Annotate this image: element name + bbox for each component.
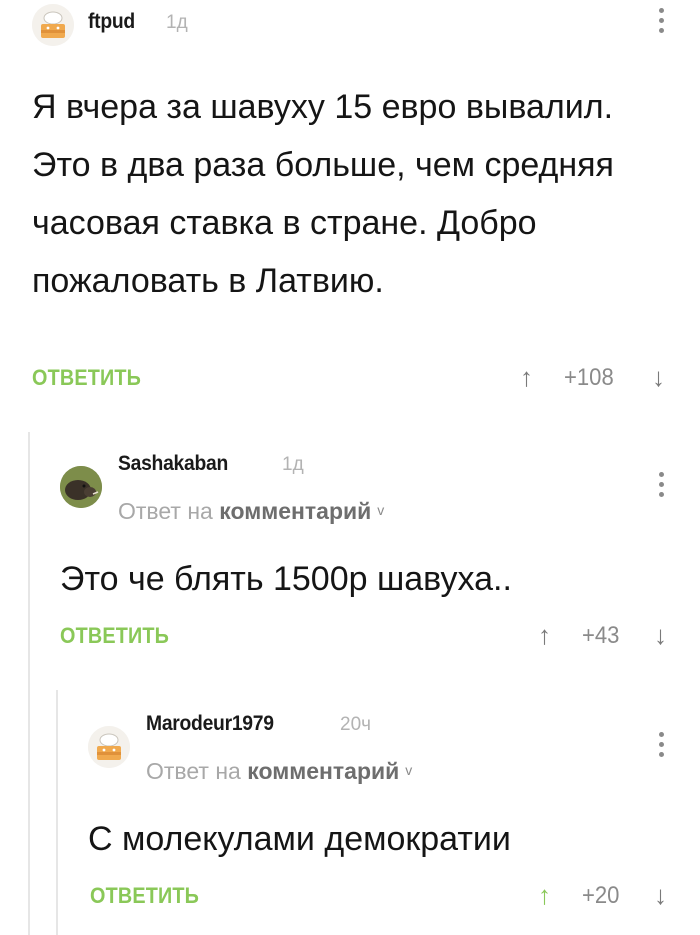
avatar[interactable] [60,466,102,508]
more-options-icon[interactable] [651,732,671,762]
avatar[interactable] [32,4,74,46]
vote-controls: ↑ +20 ↓ [538,880,683,912]
more-options-icon[interactable] [651,8,671,38]
reply-to-prefix: Ответ на [146,758,241,784]
comment-marodeur1979: Marodeur1979 20ч Ответ на комментарий v С… [0,690,700,935]
reply-button[interactable]: ОТВЕТИТЬ [60,623,169,649]
reply-to-target: комментарий [219,498,372,524]
upvote-icon[interactable]: ↑ [520,362,533,392]
reply-to-prefix: Ответ на [118,498,213,524]
downvote-icon[interactable]: ↓ [652,362,665,392]
upvote-icon[interactable]: ↑ [538,880,551,910]
vote-score: +108 [564,364,614,391]
comment-time: 1д [166,12,188,33]
cake-avatar-icon [32,4,74,46]
vote-controls: ↑ +108 ↓ [520,362,680,394]
cake-avatar-icon [88,726,130,768]
comment-author[interactable]: ftpud [88,10,135,34]
vote-score: +20 [582,882,620,909]
vote-controls: ↑ +43 ↓ [538,620,683,652]
boar-avatar-icon [60,466,102,508]
reply-button[interactable]: ОТВЕТИТЬ [32,365,141,391]
reply-to-target: комментарий [247,758,400,784]
reply-button[interactable]: ОТВЕТИТЬ [90,883,199,909]
comment-time: 1д [282,454,304,475]
comment-author[interactable]: Sashakaban [118,452,228,476]
comment-text: Я вчера за шавуху 15 евро вывалил. Это в… [32,88,614,300]
comment-ftpud: ftpud 1д Я вчера за шавуху 15 евро вывал… [0,0,700,410]
more-options-icon[interactable] [651,472,671,502]
reply-to-link[interactable]: Ответ на комментарий v [146,758,412,785]
downvote-icon[interactable]: ↓ [654,620,667,650]
comment-text: С молекулами демократии [88,820,511,858]
vote-score: +43 [582,622,620,649]
reply-to-link[interactable]: Ответ на комментарий v [118,498,384,525]
comment-text: Это че блять 1500р шавуха.. [60,560,512,598]
upvote-icon[interactable]: ↑ [538,620,551,650]
downvote-icon[interactable]: ↓ [654,880,667,910]
comment-author[interactable]: Marodeur1979 [146,712,274,736]
chevron-down-icon: v [377,502,385,518]
comment-sashakaban: Sashakaban 1д Ответ на комментарий v Это … [0,430,700,680]
comment-time: 20ч [340,714,372,735]
chevron-down-icon: v [405,762,413,778]
avatar[interactable] [88,726,130,768]
